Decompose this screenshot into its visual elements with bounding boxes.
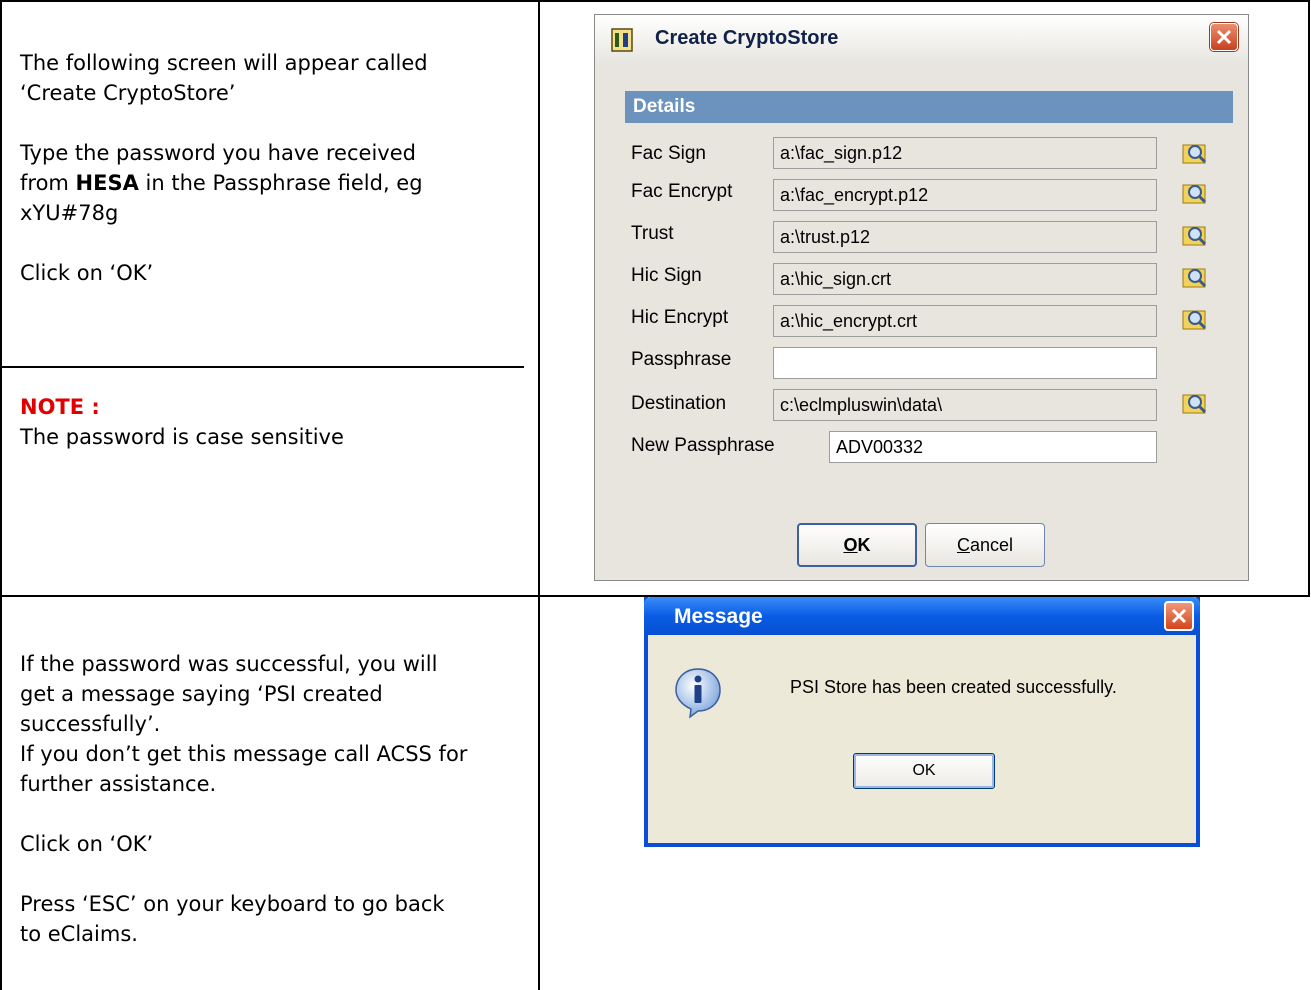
browse-folder-icon[interactable] (1181, 179, 1209, 207)
destination-label: Destination (631, 393, 727, 414)
hesa-bold: HESA (75, 171, 139, 195)
note-text: The password is case sensitive (20, 425, 344, 449)
close-button[interactable] (1210, 23, 1238, 51)
close-icon (1171, 608, 1187, 624)
message-close-button[interactable] (1164, 601, 1194, 631)
browse-folder-icon[interactable] (1181, 263, 1209, 291)
fac-encrypt-field[interactable]: a:\fac_encrypt.p12 (773, 179, 1157, 211)
fac-sign-field[interactable]: a:\fac_sign.p12 (773, 137, 1157, 169)
message-dialog: Message PSI Store has been created succe… (644, 597, 1200, 847)
row1-instructions: The following screen will appear called … (20, 48, 530, 288)
browse-folder-icon[interactable] (1181, 305, 1209, 333)
intro-line2: ‘Create CryptoStore’ (20, 81, 236, 105)
acss-line2: further assistance. (20, 772, 217, 796)
message-title: Message (674, 605, 763, 628)
table-border-middle (538, 0, 540, 990)
intro-line1: The following screen will appear called (20, 51, 428, 75)
hic-sign-field[interactable]: a:\hic_sign.crt (773, 263, 1157, 295)
example-password: xYU#78g (20, 201, 119, 225)
destination-field[interactable]: c:\eclmpluswin\data\ (773, 389, 1157, 421)
trust-label: Trust (631, 223, 674, 244)
note-label: NOTE : (20, 395, 100, 419)
browse-folder-icon[interactable] (1181, 139, 1209, 167)
trust-field[interactable]: a:\trust.p12 (773, 221, 1157, 253)
type-password-line2: from HESA in the Passphrase field, eg (20, 171, 423, 195)
click-ok-instruction-2: Click on ‘OK’ (20, 832, 154, 856)
message-text: PSI Store has been created successfully. (790, 677, 1117, 697)
dialog-title: Create CryptoStore (655, 27, 839, 49)
create-cryptostore-dialog: Create CryptoStore Details Fac Sign a:\f… (594, 14, 1249, 581)
info-icon (675, 668, 721, 719)
table-border-top (0, 0, 1310, 2)
success-line2: get a message saying ‘PSI created (20, 682, 383, 706)
hic-sign-label: Hic Sign (631, 265, 702, 286)
click-ok-instruction: Click on ‘OK’ (20, 261, 154, 285)
dialog-titlebar: Create CryptoStore (595, 15, 1248, 65)
close-icon (1216, 29, 1232, 45)
row2-instructions: If the password was successful, you will… (20, 649, 532, 949)
details-label: Details (633, 96, 696, 117)
hic-encrypt-label: Hic Encrypt (631, 307, 729, 328)
browse-folder-icon[interactable] (1181, 221, 1209, 249)
esc-line1: Press ‘ESC’ on your keyboard to go back (20, 892, 445, 916)
details-section-header: Details (625, 91, 1233, 123)
browse-folder-icon[interactable] (1181, 389, 1209, 417)
hic-encrypt-field[interactable]: a:\hic_encrypt.crt (773, 305, 1157, 337)
message-titlebar: Message (644, 597, 1200, 635)
app-icon (611, 28, 633, 52)
type-password-line1: Type the password you have received (20, 141, 416, 165)
note-block: NOTE : The password is case sensitive (20, 392, 530, 452)
esc-line2: to eClaims. (20, 922, 138, 946)
passphrase-label: Passphrase (631, 349, 732, 370)
table-border-right (1308, 0, 1310, 597)
cancel-button[interactable]: Cancel (925, 523, 1045, 567)
success-line3: successfully’. (20, 712, 161, 736)
acss-line1: If you don’t get this message call ACSS … (20, 742, 468, 766)
success-line1: If the password was successful, you will (20, 652, 438, 676)
table-border-left (0, 0, 2, 990)
new-passphrase-label: New Passphrase (631, 435, 775, 456)
fac-sign-label: Fac Sign (631, 143, 706, 164)
message-ok-button[interactable]: OK (853, 753, 995, 789)
note-divider (0, 366, 524, 368)
fac-encrypt-label: Fac Encrypt (631, 181, 733, 202)
ok-button[interactable]: OK (797, 523, 917, 567)
new-passphrase-field[interactable]: ADV00332 (829, 431, 1157, 463)
passphrase-field[interactable] (773, 347, 1157, 379)
